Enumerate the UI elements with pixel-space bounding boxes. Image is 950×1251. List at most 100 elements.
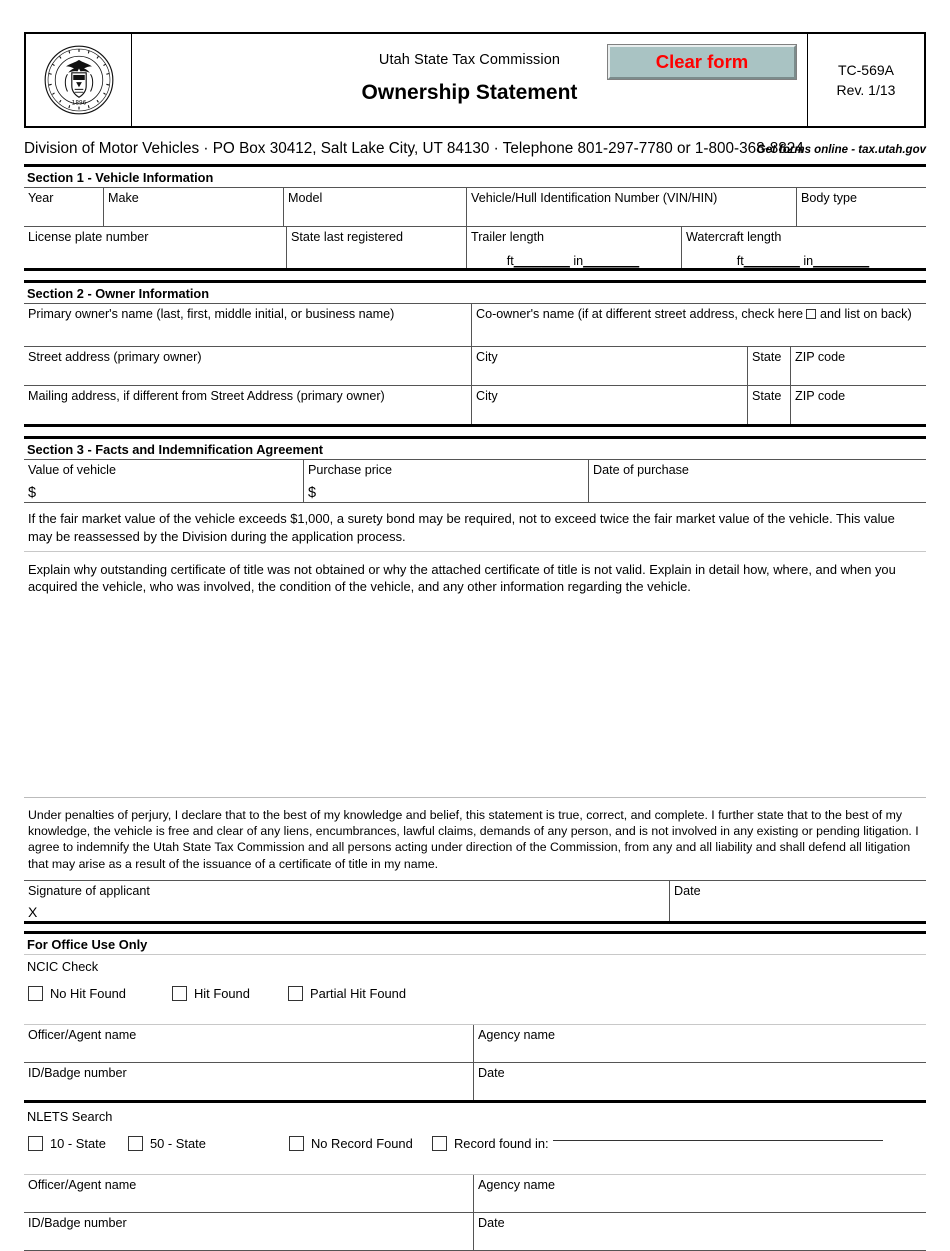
field-street-zip[interactable]: ZIP code — [791, 347, 926, 385]
checkbox-icon[interactable] — [128, 1135, 143, 1151]
field-license-plate[interactable]: License plate number — [24, 227, 287, 269]
nlets-search-label: NLETS Search — [27, 1108, 113, 1124]
checkbox-partial-hit-found[interactable]: Partial Hit Found — [288, 985, 407, 1001]
explanation-writing-area[interactable] — [24, 601, 926, 797]
nlets-field-agency-name[interactable]: Agency name — [474, 1175, 926, 1212]
field-value-of-vehicle[interactable]: Value of vehicle $ — [24, 460, 304, 503]
field-year-label: Year — [28, 191, 54, 205]
nlets-field-id-badge[interactable]: ID/Badge number — [24, 1212, 474, 1250]
tc-569a-form: 1896 Utah State Tax Commission Ownership… — [24, 32, 926, 1251]
field-mailing-address-label: Mailing address, if different from Stree… — [28, 389, 385, 404]
field-street-city[interactable]: City — [472, 347, 748, 386]
checkbox-icon[interactable] — [288, 985, 303, 1001]
ncic-check-label: NCIC Check — [27, 958, 99, 974]
seal-cell: 1896 — [26, 34, 132, 126]
checkbox-50-state[interactable]: 50 - State — [128, 1135, 206, 1151]
field-street-state[interactable]: State — [748, 347, 791, 386]
checkbox-icon[interactable] — [28, 1135, 43, 1151]
checkbox-icon[interactable] — [432, 1135, 447, 1151]
ncic-date-label: Date — [478, 1065, 505, 1080]
value-dollar-sign: $ — [28, 484, 37, 501]
field-signature-of-applicant[interactable]: Signature of applicant X — [24, 880, 670, 921]
checkbox-50-state-label: 50 - State — [150, 1135, 206, 1151]
checkbox-record-found-in-label: Record found in: — [454, 1135, 549, 1151]
field-signature-date[interactable]: Date — [670, 881, 926, 921]
field-year[interactable]: Year — [24, 188, 104, 226]
header-center: Utah State Tax Commission Ownership Stat… — [132, 34, 808, 126]
ncic-field-agency-name[interactable]: Agency name — [474, 1025, 926, 1062]
clear-form-button[interactable]: Clear form — [607, 44, 797, 80]
field-street-state-label: State — [752, 350, 782, 365]
field-street-address[interactable]: Street address (primary owner) — [24, 347, 472, 386]
field-mailing-address[interactable]: Mailing address, if different from Stree… — [24, 386, 472, 425]
utah-state-seal-icon: 1896 — [43, 44, 115, 116]
field-primary-owner-name[interactable]: Primary owner's name (last, first, middl… — [24, 304, 472, 347]
signature-row: Signature of applicant X Date — [24, 879, 926, 924]
section1-row-1: Year Make Model Vehicle/Hull Identificat… — [24, 187, 926, 226]
field-mailing-state-label: State — [752, 389, 782, 404]
coowner-different-address-checkbox[interactable] — [805, 309, 816, 320]
field-mailing-city-label: City — [476, 389, 498, 404]
checkbox-no-hit-found[interactable]: No Hit Found — [28, 985, 126, 1001]
field-purchase-price-label: Purchase price — [308, 463, 392, 478]
field-watercraft-length-label: Watercraft length — [686, 230, 782, 244]
field-mailing-city[interactable]: City — [472, 386, 748, 425]
field-mailing-zip[interactable]: ZIP code — [791, 386, 926, 424]
trailer-length-ftin: ft________ in________ — [506, 254, 640, 269]
checkbox-partial-hit-found-label: Partial Hit Found — [310, 985, 407, 1001]
ncic-officer-row: Officer/Agent name Agency name — [24, 1023, 926, 1062]
nlets-field-date[interactable]: Date — [474, 1213, 926, 1250]
form-revision: Rev. 1/13 — [836, 82, 896, 98]
nlets-officer-row: Officer/Agent name Agency name — [24, 1173, 926, 1212]
field-vin[interactable]: Vehicle/Hull Identification Number (VIN/… — [467, 188, 797, 226]
field-state-last-registered[interactable]: State last registered — [287, 227, 467, 269]
section2-heading: Section 2 - Owner Information — [24, 280, 926, 303]
checkbox-no-record-found[interactable]: No Record Found — [289, 1135, 413, 1151]
watercraft-length-ftin: ft________ in________ — [736, 254, 870, 269]
checkbox-icon[interactable] — [289, 1135, 304, 1151]
checkbox-hit-found[interactable]: Hit Found — [172, 985, 250, 1001]
ncic-checkbox-row: No Hit Found Hit Found Partial Hit Found — [24, 985, 926, 1024]
ncic-field-officer-name[interactable]: Officer/Agent name — [24, 1024, 474, 1062]
field-watercraft-length[interactable]: Watercraft length ft________ in________ — [682, 227, 926, 268]
purchase-dollar-sign: $ — [308, 484, 317, 501]
checkbox-10-state[interactable]: 10 - State — [28, 1135, 106, 1151]
ncic-field-date[interactable]: Date — [474, 1063, 926, 1100]
field-mailing-state[interactable]: State — [748, 386, 791, 425]
field-street-zip-label: ZIP code — [795, 350, 846, 365]
nlets-date-label: Date — [478, 1215, 505, 1230]
ncic-id-badge-label: ID/Badge number — [28, 1065, 127, 1080]
field-model[interactable]: Model — [284, 188, 467, 226]
field-street-city-label: City — [476, 350, 498, 365]
field-model-label: Model — [288, 191, 323, 205]
field-state-last-registered-label: State last registered — [291, 230, 404, 244]
ncic-officer-name-label: Officer/Agent name — [28, 1027, 137, 1042]
field-coowner-name-label: Co-owner's name (if at different street … — [476, 307, 912, 322]
explain-prompt: Explain why outstanding certificate of t… — [28, 561, 896, 594]
nlets-field-officer-name[interactable]: Officer/Agent name — [24, 1174, 474, 1212]
checkbox-record-found-in[interactable]: Record found in: — [432, 1135, 883, 1151]
field-make[interactable]: Make — [104, 188, 284, 226]
checkbox-10-state-label: 10 - State — [50, 1135, 106, 1151]
field-date-of-purchase[interactable]: Date of purchase — [589, 460, 926, 502]
checkbox-icon[interactable] — [28, 985, 43, 1001]
signature-x-mark: X — [28, 904, 38, 921]
field-coowner-name[interactable]: Co-owner's name (if at different street … — [472, 304, 926, 346]
ncic-field-id-badge[interactable]: ID/Badge number — [24, 1062, 474, 1100]
field-mailing-zip-label: ZIP code — [795, 389, 846, 404]
checkbox-icon[interactable] — [172, 985, 187, 1001]
section2-row-3: Mailing address, if different from Stree… — [24, 385, 926, 428]
form-number: TC-569A — [837, 61, 895, 78]
checkbox-no-record-found-label: No Record Found — [311, 1135, 413, 1151]
field-body-type[interactable]: Body type — [797, 188, 926, 226]
field-license-plate-label: License plate number — [28, 230, 149, 244]
form-number-block: TC-569A Rev. 1/13 — [808, 34, 924, 126]
section1-row-2: License plate number State last register… — [24, 226, 926, 272]
record-found-in-input[interactable] — [552, 1139, 883, 1141]
field-purchase-price[interactable]: Purchase price $ — [304, 460, 589, 503]
nlets-agency-name-label: Agency name — [478, 1177, 556, 1192]
section3-heading: Section 3 - Facts and Indemnification Ag… — [24, 436, 926, 459]
surety-bond-note: If the fair market value of the vehicle … — [28, 511, 895, 544]
checkbox-hit-found-label: Hit Found — [194, 985, 250, 1001]
field-trailer-length[interactable]: Trailer length ft________ in________ — [467, 227, 682, 269]
